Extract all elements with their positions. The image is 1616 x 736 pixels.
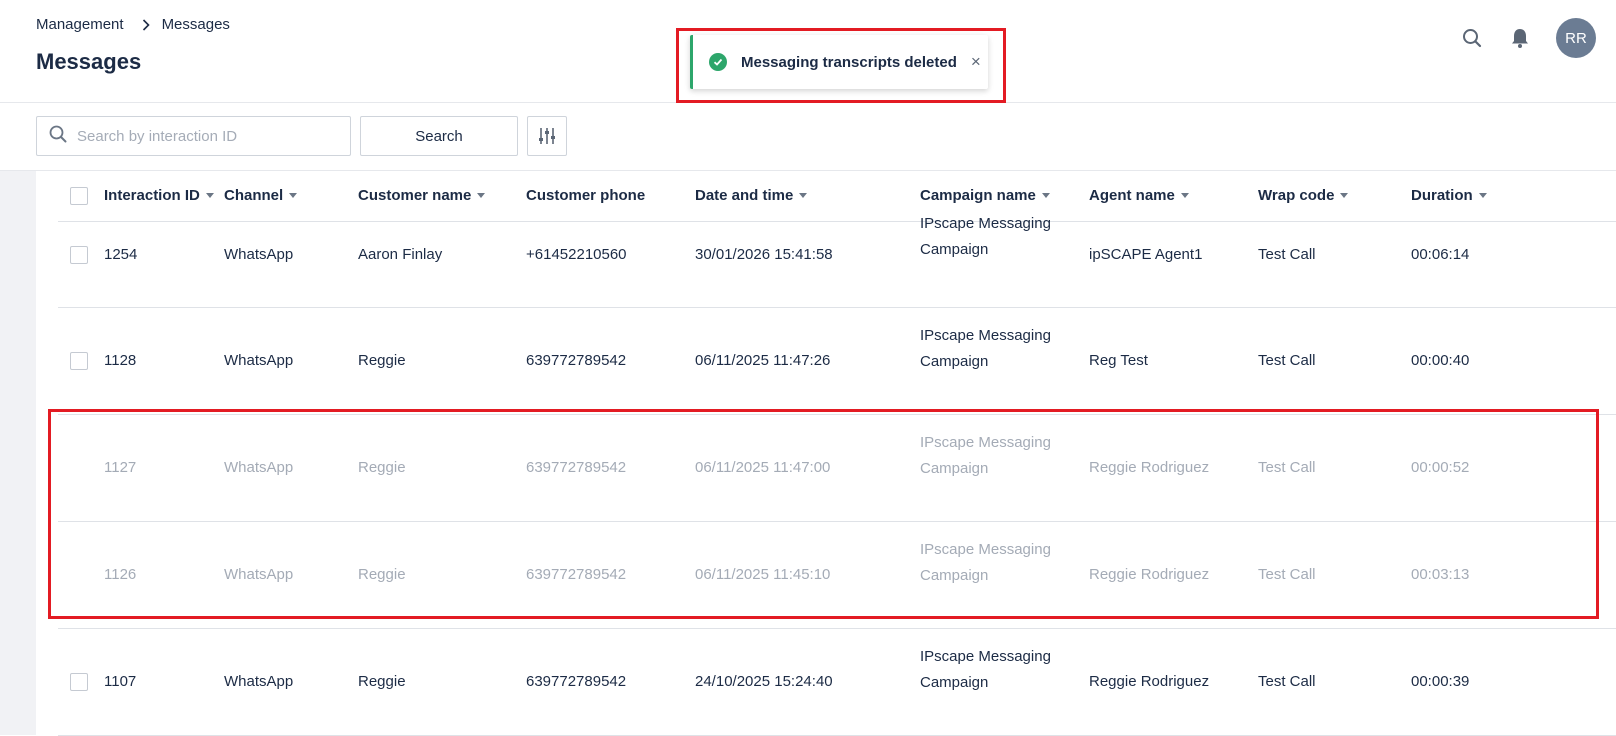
cell-wrap-code: Test Call xyxy=(1258,566,1316,583)
search-icon[interactable] xyxy=(1454,20,1490,56)
search-button[interactable]: Search xyxy=(360,116,518,156)
cell-duration: 00:03:13 xyxy=(1411,566,1470,583)
cell-date-time: 06/11/2025 11:45:10 xyxy=(695,566,831,583)
column-date-time[interactable]: Date and time xyxy=(695,187,808,204)
sort-caret-icon xyxy=(1478,193,1487,198)
search-input[interactable] xyxy=(75,126,335,146)
sort-caret-icon xyxy=(477,193,486,198)
chevron-right-icon xyxy=(142,18,150,31)
cell-agent-name: ipSCAPE Agent1 xyxy=(1089,246,1203,263)
table-row[interactable]: 1128 WhatsApp Reggie 639772789542 06/11/… xyxy=(58,308,1616,415)
messages-table: Interaction ID Channel Customer name Cus… xyxy=(58,171,1616,736)
cell-duration: 00:06:14 xyxy=(1411,246,1470,263)
avatar[interactable]: RR xyxy=(1556,18,1596,58)
left-gutter xyxy=(0,171,36,735)
cell-interaction-id: 1126 xyxy=(104,566,137,583)
table-row-deleted: 1126 WhatsApp Reggie 639772789542 06/11/… xyxy=(58,522,1616,629)
cell-customer-name: Reggie xyxy=(358,459,406,476)
cell-channel: WhatsApp xyxy=(224,246,294,263)
breadcrumb: Management Messages xyxy=(36,16,230,33)
breadcrumb-current: Messages xyxy=(161,16,230,33)
row-checkbox[interactable] xyxy=(70,246,88,264)
cell-campaign-name: IPscape Messaging Campaign xyxy=(920,434,1051,477)
column-agent-name[interactable]: Agent name xyxy=(1089,187,1189,204)
cell-agent-name: Reggie Rodriguez xyxy=(1089,673,1210,690)
toolbar: Search xyxy=(0,103,1616,171)
sort-caret-icon xyxy=(289,193,298,198)
cell-channel: WhatsApp xyxy=(224,352,294,369)
cell-customer-name: Reggie xyxy=(358,566,406,583)
column-channel[interactable]: Channel xyxy=(224,187,298,204)
cell-customer-phone: 639772789542 xyxy=(526,352,627,369)
table-header: Interaction ID Channel Customer name Cus… xyxy=(58,171,1616,222)
cell-interaction-id: 1128 xyxy=(104,352,137,369)
sort-caret-icon xyxy=(1180,193,1189,198)
cell-date-time: 24/10/2025 15:24:40 xyxy=(695,673,833,690)
column-interaction-id[interactable]: Interaction ID xyxy=(104,187,214,204)
page-title: Messages xyxy=(36,49,142,74)
cell-interaction-id: 1127 xyxy=(104,459,137,476)
cell-interaction-id: 1254 xyxy=(104,246,138,263)
cell-agent-name: Reg Test xyxy=(1089,352,1148,369)
filter-sliders-icon[interactable] xyxy=(527,116,567,156)
cell-campaign-name: IPscape Messaging Campaign xyxy=(920,648,1051,691)
cell-date-time: 06/11/2025 11:47:00 xyxy=(695,459,831,476)
search-icon xyxy=(49,125,67,148)
table-row[interactable]: 1254 WhatsApp Aaron Finlay +61452210560 … xyxy=(58,215,1616,308)
cell-interaction-id: 1107 xyxy=(104,673,137,690)
search-field[interactable] xyxy=(36,116,351,156)
cell-agent-name: Reggie Rodriguez xyxy=(1089,459,1210,476)
cell-wrap-code: Test Call xyxy=(1258,246,1316,263)
column-duration[interactable]: Duration xyxy=(1411,187,1487,204)
cell-customer-phone: 639772789542 xyxy=(526,566,627,583)
cell-duration: 00:00:40 xyxy=(1411,352,1470,369)
cell-customer-name: Aaron Finlay xyxy=(358,246,443,263)
column-wrap-code[interactable]: Wrap code xyxy=(1258,187,1349,204)
cell-wrap-code: Test Call xyxy=(1258,352,1316,369)
cell-duration: 00:00:52 xyxy=(1411,459,1470,476)
cell-customer-phone: 639772789542 xyxy=(526,459,627,476)
select-all-checkbox[interactable] xyxy=(70,187,88,205)
column-customer-name[interactable]: Customer name xyxy=(358,187,486,204)
breadcrumb-management[interactable]: Management xyxy=(36,16,124,33)
bell-icon[interactable] xyxy=(1502,20,1538,56)
sort-caret-icon xyxy=(1041,193,1050,198)
table-row[interactable]: 1107 WhatsApp Reggie 639772789542 24/10/… xyxy=(58,629,1616,736)
cell-duration: 00:00:39 xyxy=(1411,673,1470,690)
table-row-deleted: 1127 WhatsApp Reggie 639772789542 06/11/… xyxy=(58,415,1616,522)
page-header: Management Messages Messages Messaging t… xyxy=(0,0,1616,103)
cell-wrap-code: Test Call xyxy=(1258,673,1316,690)
cell-customer-name: Reggie xyxy=(358,352,406,369)
row-checkbox[interactable] xyxy=(70,352,88,370)
cell-campaign-name: IPscape Messaging Campaign xyxy=(920,215,1051,258)
cell-customer-phone: +61452210560 xyxy=(526,246,627,263)
column-customer-phone: Customer phone xyxy=(526,187,646,204)
row-checkbox[interactable] xyxy=(70,673,88,691)
cell-agent-name: Reggie Rodriguez xyxy=(1089,566,1210,583)
sort-caret-icon xyxy=(205,193,214,198)
cell-date-time: 06/11/2025 11:47:26 xyxy=(695,352,831,369)
column-campaign-name[interactable]: Campaign name xyxy=(920,187,1050,204)
cell-date-time: 30/01/2026 15:41:58 xyxy=(695,246,833,263)
sort-caret-icon xyxy=(799,193,808,198)
cell-customer-phone: 639772789542 xyxy=(526,673,627,690)
cell-wrap-code: Test Call xyxy=(1258,459,1316,476)
header-actions: RR xyxy=(1454,18,1596,58)
cell-campaign-name: IPscape Messaging Campaign xyxy=(920,327,1051,370)
cell-customer-name: Reggie xyxy=(358,673,406,690)
cell-channel: WhatsApp xyxy=(224,566,294,583)
toast-highlight-box xyxy=(676,28,1006,103)
cell-channel: WhatsApp xyxy=(224,459,294,476)
sort-caret-icon xyxy=(1340,193,1349,198)
cell-channel: WhatsApp xyxy=(224,673,294,690)
cell-campaign-name: IPscape Messaging Campaign xyxy=(920,541,1051,584)
